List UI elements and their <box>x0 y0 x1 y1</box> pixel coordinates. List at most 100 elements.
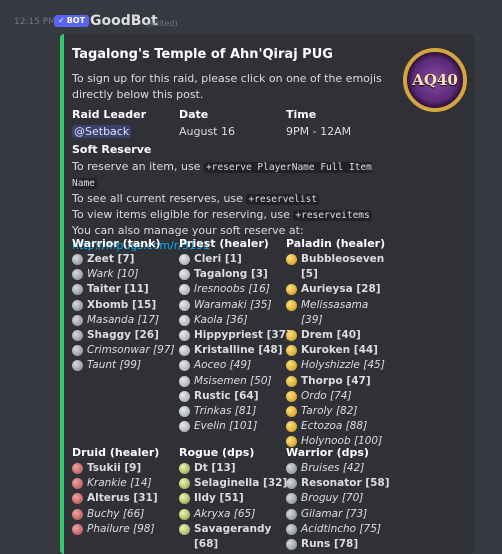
signup-entry: Holyshizzle [45] <box>286 358 391 373</box>
signup-entry: Masanda [17] <box>72 313 177 328</box>
time-label: Time <box>286 108 317 121</box>
soft-reserve-label: Soft Reserve <box>72 143 152 156</box>
signup-entry: Cleri [1] <box>179 252 284 267</box>
signup-entry: Evelin [101] <box>179 419 284 434</box>
signup-column: Rogue (dps) Dt [13] Selaginella [32] Ildy [… <box>179 446 288 552</box>
signup-entry: Ildy [51] <box>179 491 284 506</box>
warrior-class-icon <box>72 330 83 342</box>
signup-column-title: Paladin (healer) <box>286 237 386 250</box>
signup-entry-name: Wark [10] <box>87 268 139 281</box>
signup-entry-name: Ildy [51] <box>194 492 244 505</box>
signup-entry-name: Resonator [58] <box>301 477 390 490</box>
paladin-class-icon <box>286 284 297 296</box>
signup-entry-name: Trinkas [81] <box>194 405 257 418</box>
signup-entry: Tsukii [9] <box>72 461 177 476</box>
signup-entry-name: Aoceo [49] <box>194 359 252 372</box>
bot-badge: ✓ BOT <box>54 15 90 27</box>
druid-class-icon <box>72 493 83 505</box>
signup-entry: Savagerandy [68] <box>179 522 284 552</box>
signup-entry-name: Evelin [101] <box>194 420 258 433</box>
signup-entry: Rustic [64] <box>179 389 284 404</box>
signup-entry: Xbomb [15] <box>72 298 177 313</box>
signup-entry: Tagalong [3] <box>179 267 284 282</box>
signup-entry-name: Zeet [7] <box>87 253 135 265</box>
signup-entry: Drem [40] <box>286 328 391 343</box>
priest-class-icon <box>179 406 190 418</box>
signup-entry: Hippypriest [37] <box>179 328 291 343</box>
signup-entry: Melissasama [39] <box>286 298 391 328</box>
signup-entry-name: Bubbleoseven [5] <box>301 253 385 281</box>
signup-entry-name: Ordo [74] <box>301 389 352 402</box>
paladin-class-icon <box>286 330 297 342</box>
signup-entry-name: Taiter [11] <box>87 283 149 296</box>
warrior-class-icon <box>72 254 83 265</box>
raid-leader-mention[interactable]: @Setback <box>72 125 132 138</box>
signup-entry: Ectozoa [88] <box>286 419 391 434</box>
paladin-class-icon <box>286 254 297 265</box>
signup-entry: Zeet [7] <box>72 252 177 267</box>
priest-class-icon <box>179 284 190 296</box>
signup-column: Warrior (tank) Zeet [7] Wark [10] Taiter [1… <box>72 237 177 374</box>
signup-entry: Phailure [98] <box>72 522 177 537</box>
signup-entry-name: Taunt [99] <box>87 359 142 372</box>
signup-entry: Aoceo [49] <box>179 358 284 373</box>
druid-class-icon <box>72 463 83 474</box>
time-field: Time 9PM - 12AM <box>286 108 351 138</box>
thumbnail-logo-text: AQ40 <box>412 71 458 89</box>
embed-title: Tagalong's Temple of Ahn'Qiraj PUG <box>72 47 333 62</box>
signup-entry-name: Shaggy [26] <box>87 329 159 342</box>
signup-entry-name: Buchy [66] <box>87 507 145 520</box>
signup-entry: Msisemen [50] <box>179 374 284 389</box>
signup-entry: Thorpo [47] <box>286 374 391 389</box>
rogue-class-icon <box>179 493 190 505</box>
signup-entry: Akryxa [65] <box>179 507 284 522</box>
priest-class-icon <box>179 345 190 357</box>
raid-leader-field: Raid Leader @Setback <box>72 108 146 138</box>
priest-class-icon <box>179 390 190 402</box>
signup-entry-name: Aurieysa [28] <box>301 283 381 296</box>
signup-entry: Resonator [58] <box>286 476 391 491</box>
signup-entry-name: Hippypriest [37] <box>194 329 291 342</box>
signup-entry: Taroly [82] <box>286 404 391 419</box>
signup-entry-name: Acidtincho [75] <box>301 522 381 535</box>
signup-entry-name: Alterus [31] <box>87 492 158 505</box>
signup-entry-name: Selaginella [32] <box>194 477 288 490</box>
signup-entry-name: Taroly [82] <box>301 405 358 418</box>
paladin-class-icon <box>286 421 297 433</box>
warrior-class-icon <box>286 523 297 535</box>
signup-entry: Gilamar [73] <box>286 507 391 522</box>
signup-entry-name: Bruises [42] <box>301 462 365 474</box>
druid-class-icon <box>72 508 83 520</box>
soft-reserve-line-1: To reserve an item, use +reserve PlayerN… <box>72 160 372 189</box>
signup-entry-name: Tsukii [9] <box>87 462 142 474</box>
reserveitems-command: +reserveitems <box>293 210 372 221</box>
date-value: August 16 <box>179 125 235 138</box>
paladin-class-icon <box>286 299 297 311</box>
signup-column: Druid (healer) Tsukii [9] Krankie [14] Alte… <box>72 446 177 537</box>
rogue-class-icon <box>179 523 190 535</box>
signup-entry: Taunt [99] <box>72 358 177 373</box>
signup-entry-name: Holyshizzle [45] <box>301 359 385 372</box>
signup-entry-name: Xbomb [15] <box>87 298 157 311</box>
priest-class-icon <box>179 269 190 281</box>
signup-entry-name: Iresnoobs [16] <box>194 283 270 296</box>
paladin-class-icon <box>286 390 297 402</box>
bot-badge-label: BOT <box>66 16 86 25</box>
raid-leader-label: Raid Leader <box>72 108 147 121</box>
signup-entry-name: Savagerandy [68] <box>194 522 272 551</box>
signup-entry: Iresnoobs [16] <box>179 282 284 297</box>
reservelist-command: +reservelist <box>246 194 320 205</box>
rogue-class-icon <box>179 463 190 474</box>
date-label: Date <box>179 108 209 121</box>
warrior-class-icon <box>286 539 297 551</box>
priest-class-icon <box>179 254 190 265</box>
signup-entry: Aurieysa [28] <box>286 282 391 297</box>
signup-entry: Kuroken [44] <box>286 343 391 358</box>
signup-entry: Kaola [36] <box>179 313 284 328</box>
signup-entry-name: Kaola [36] <box>194 313 248 326</box>
paladin-class-icon <box>286 345 297 357</box>
raid-thumbnail[interactable]: AQ40 <box>403 48 467 112</box>
message-header: 12:15 PM ✓ BOT GoodBot (edited) <box>0 0 502 34</box>
signup-column-title: Rogue (dps) <box>179 446 255 459</box>
signup-entry-name: Tagalong [3] <box>194 268 268 281</box>
